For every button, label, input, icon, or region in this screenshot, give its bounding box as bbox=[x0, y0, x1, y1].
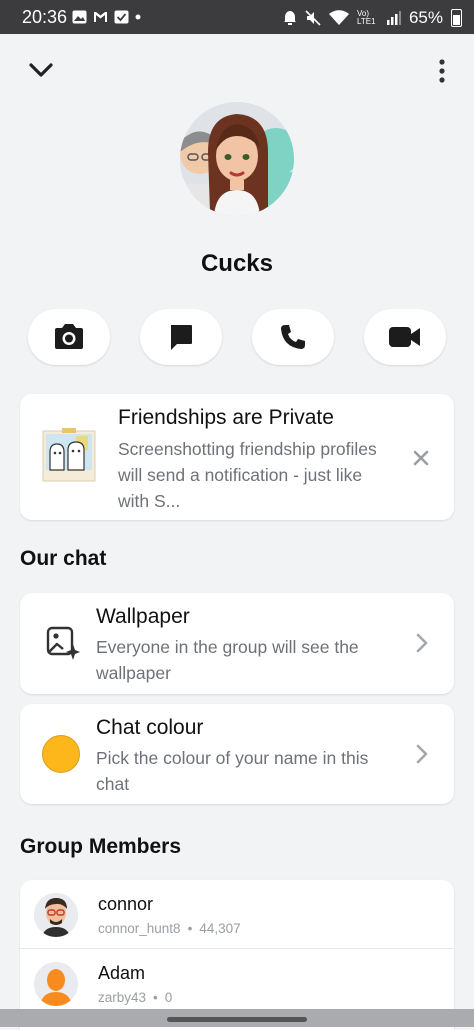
bitmoji-avatar-icon bbox=[34, 893, 78, 937]
separator-dot: • bbox=[187, 921, 193, 936]
call-button[interactable] bbox=[252, 309, 334, 365]
our-chat-heading: Our chat bbox=[20, 547, 107, 570]
group-name-title: Cucks bbox=[200, 250, 274, 277]
more-options-icon[interactable] bbox=[432, 58, 452, 84]
avatar bbox=[34, 893, 78, 937]
chevron-right-icon bbox=[416, 633, 428, 653]
member-row[interactable]: Adam zarby43 • 0 bbox=[20, 949, 454, 1017]
member-username: connor_hunt8 bbox=[98, 921, 181, 936]
home-gesture-handle[interactable] bbox=[167, 1017, 307, 1022]
wallpaper-icon bbox=[46, 626, 80, 660]
member-details: zarby43 • 0 bbox=[98, 990, 172, 1005]
close-icon[interactable] bbox=[412, 449, 430, 467]
chevron-down-icon[interactable] bbox=[28, 60, 54, 80]
members-list: connor connor_hunt8 • 44,307 Adam zarby43 •… bbox=[20, 880, 454, 1030]
signal-icon bbox=[386, 11, 401, 25]
check-icon bbox=[114, 10, 129, 24]
gallery-icon bbox=[72, 10, 87, 24]
status-bar: 20:36 Vo) LTE1 65% bbox=[0, 0, 474, 34]
member-name: Adam bbox=[98, 963, 146, 983]
video-icon bbox=[389, 327, 420, 347]
member-username: zarby43 bbox=[98, 990, 147, 1005]
status-time: 20:36 bbox=[22, 7, 68, 27]
navigation-bar bbox=[0, 1009, 474, 1027]
mute-icon bbox=[305, 10, 321, 26]
phone-icon bbox=[281, 325, 305, 349]
group-members-heading: Group Members bbox=[20, 835, 182, 858]
wallpaper-description: Everyone in the group will see the wallp… bbox=[96, 637, 359, 683]
privacy-title: Friendships are Private bbox=[118, 406, 334, 429]
chat-button[interactable] bbox=[140, 309, 222, 365]
gmail-icon bbox=[94, 12, 107, 22]
battery-level: 65% bbox=[408, 8, 443, 27]
chevron-right-icon bbox=[416, 744, 428, 764]
member-row[interactable]: connor connor_hunt8 • 44,307 bbox=[20, 880, 454, 949]
wallpaper-row[interactable]: Wallpaper Everyone in the group will see… bbox=[20, 593, 454, 694]
battery-icon bbox=[451, 9, 462, 27]
ghost-friends-illustration-icon bbox=[42, 428, 96, 482]
bitmoji-group-icon bbox=[180, 102, 294, 216]
status-right: Vo) LTE1 65% bbox=[283, 8, 462, 28]
video-call-button[interactable] bbox=[364, 309, 446, 365]
camera-button[interactable] bbox=[28, 309, 110, 365]
member-score: 44,307 bbox=[199, 921, 241, 936]
chat-colour-title: Chat colour bbox=[96, 716, 204, 739]
alarm-icon bbox=[283, 11, 296, 25]
action-buttons bbox=[28, 309, 446, 365]
wallpaper-title: Wallpaper bbox=[96, 605, 190, 628]
chat-colour-row[interactable]: Chat colour Pick the colour of your name… bbox=[20, 704, 454, 804]
chat-icon bbox=[171, 325, 192, 350]
privacy-description: Screenshotting friendship profiles will … bbox=[118, 439, 377, 511]
notification-icons bbox=[72, 10, 141, 24]
network-label: Vo) LTE1 bbox=[356, 9, 376, 26]
colour-swatch bbox=[42, 735, 80, 773]
camera-icon bbox=[55, 324, 83, 349]
member-score: 0 bbox=[164, 990, 173, 1005]
member-details: connor_hunt8 • 44,307 bbox=[98, 921, 241, 936]
wifi-icon bbox=[328, 10, 349, 25]
default-user-icon bbox=[34, 962, 78, 1006]
dot-icon bbox=[135, 14, 141, 20]
chat-colour-description: Pick the colour of your name in this cha… bbox=[96, 748, 369, 794]
avatar bbox=[34, 962, 78, 1006]
privacy-notice-card: Friendships are Private Screenshotting f… bbox=[20, 394, 454, 520]
separator-dot: • bbox=[153, 990, 158, 1005]
member-name: connor bbox=[98, 894, 154, 914]
group-avatar[interactable] bbox=[180, 102, 294, 216]
